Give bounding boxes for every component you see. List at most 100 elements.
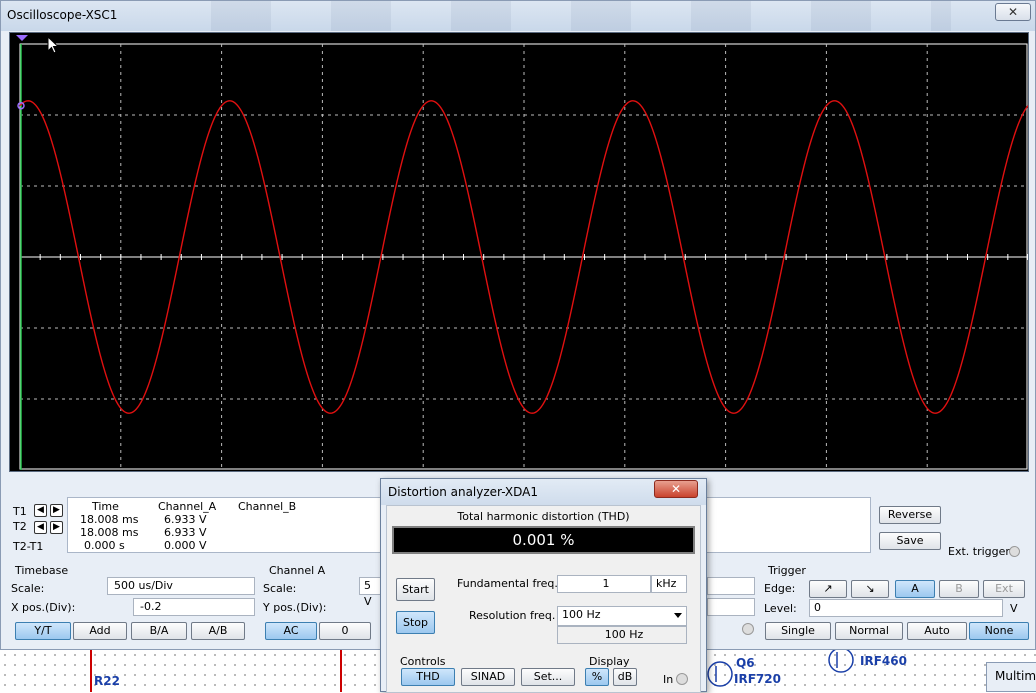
channel-a-scale-label: Scale: [263, 582, 297, 595]
t1-channel-a: 6.933 V [164, 513, 207, 526]
coupling-ac-button[interactable]: AC [265, 622, 317, 640]
level-unit: V [1010, 602, 1018, 615]
t2-time: 18.008 ms [80, 526, 139, 539]
r22-label[interactable]: R22 [94, 674, 120, 688]
trigger-auto-button[interactable]: Auto [907, 622, 967, 640]
xpos-label: X pos.(Div): [11, 601, 76, 614]
source-a-button[interactable]: A [895, 580, 935, 598]
scope-screen[interactable] [9, 32, 1029, 472]
falling-edge-icon: ↘ [865, 582, 875, 595]
stop-button[interactable]: Stop [396, 611, 435, 634]
header-channel-b: Channel_B [238, 500, 297, 513]
ypos-label: Y pos.(Div): [263, 601, 327, 614]
oscilloscope-title-bar[interactable]: Oscilloscope-XSC1 ✕ [1, 1, 1035, 31]
distortion-analyzer-body: Total harmonic distortion (THD) 0.001 % … [386, 505, 701, 693]
arrow-right-icon: ▶ [53, 505, 60, 515]
channel-a-title: Channel A [269, 564, 326, 577]
trigger-single-button[interactable]: Single [765, 622, 831, 640]
mode-yt-button[interactable]: Y/T [15, 622, 71, 640]
input-terminal[interactable] [676, 673, 688, 685]
edge-rising-button[interactable]: ↗ [809, 580, 847, 598]
display-label: Display [589, 655, 630, 668]
thd-button[interactable]: THD [401, 668, 455, 686]
mouse-pointer-icon [47, 36, 60, 54]
distortion-analyzer-close-button[interactable]: ✕ [654, 480, 698, 498]
timebase-scale-field[interactable]: 500 us/Div [107, 577, 255, 595]
resolution-freq-label: Resolution freq. [469, 609, 556, 622]
display-db-button[interactable]: dB [613, 668, 637, 686]
t2-t1-label: T2-T1 [13, 540, 44, 553]
fundamental-freq-field[interactable]: 1 [557, 575, 651, 593]
channel-b-terminal[interactable] [742, 623, 754, 635]
trigger-level-field[interactable]: 0 [809, 599, 1003, 617]
t1-time: 18.008 ms [80, 513, 139, 526]
resolution-freq-value: 100 Hz [562, 608, 601, 621]
t2-t1-time: 0.000 s [84, 539, 125, 552]
distortion-analyzer-title: Distortion analyzer-XDA1 [388, 485, 539, 499]
mode-ab-button[interactable]: A/B [191, 622, 245, 640]
arrow-left-icon: ◀ [37, 505, 44, 515]
thd-display: 0.001 % [392, 526, 695, 554]
trigger-title: Trigger [768, 564, 806, 577]
timebase-title: Timebase [15, 564, 69, 577]
header-time: Time [92, 500, 119, 513]
reverse-button[interactable]: Reverse [879, 506, 941, 524]
xpos-field[interactable]: -0.2 [133, 598, 255, 616]
source-ext-button[interactable]: Ext [983, 580, 1025, 598]
sinad-button[interactable]: SINAD [461, 668, 515, 686]
set-button[interactable]: Set... [521, 668, 575, 686]
t2-right-arrow[interactable]: ▶ [50, 521, 63, 534]
channel-b-scale-field[interactable] [707, 577, 755, 595]
q6-label[interactable]: Q6 [736, 656, 755, 670]
coupling-0-button[interactable]: 0 [319, 622, 371, 640]
t2-left-arrow[interactable]: ◀ [34, 521, 47, 534]
t2-label: T2 [13, 520, 27, 533]
display-percent-button[interactable]: % [585, 668, 609, 686]
multimeter-window[interactable]: Multime [986, 662, 1036, 692]
resolution-freq-select[interactable]: 100 Hz [557, 606, 687, 626]
distortion-analyzer-window[interactable]: Distortion analyzer-XDA1 ✕ Total harmoni… [380, 478, 707, 693]
ext-trigger-terminal[interactable] [1009, 546, 1020, 557]
rising-edge-icon: ↗ [823, 582, 833, 595]
oscilloscope-close-button[interactable]: ✕ [995, 3, 1031, 21]
timebase-scale-label: Scale: [11, 582, 45, 595]
multimeter-title: Multime [995, 669, 1036, 683]
input-label: In [663, 673, 674, 686]
chevron-down-icon [674, 613, 682, 618]
cursor-t1-marker-icon [16, 35, 28, 41]
t2-channel-a: 6.933 V [164, 526, 207, 539]
fundamental-unit-field[interactable]: kHz [651, 575, 687, 593]
controls-label: Controls [400, 655, 446, 668]
source-b-button[interactable]: B [939, 580, 979, 598]
irf720-label[interactable]: IRF720 [734, 672, 781, 686]
channel-b-ypos-field[interactable] [707, 598, 755, 616]
mode-add-button[interactable]: Add [73, 622, 127, 640]
fundamental-freq-label: Fundamental freq. [457, 577, 558, 590]
title-bar-background [211, 1, 951, 31]
t1-label: T1 [13, 505, 27, 518]
level-label: Level: [764, 602, 797, 615]
t1-right-arrow[interactable]: ▶ [50, 504, 63, 517]
close-icon: ✕ [1007, 5, 1019, 19]
trigger-none-button[interactable]: None [969, 622, 1029, 640]
oscilloscope-title: Oscilloscope-XSC1 [7, 8, 118, 22]
resolution-freq-readback: 100 Hz [557, 626, 687, 644]
save-button[interactable]: Save [879, 532, 941, 550]
irf460-label[interactable]: IRF460 [860, 654, 907, 668]
edge-falling-button[interactable]: ↘ [851, 580, 889, 598]
trigger-normal-button[interactable]: Normal [835, 622, 903, 640]
arrow-left-icon: ◀ [37, 522, 44, 532]
scope-graph [16, 35, 1028, 470]
mode-ba-button[interactable]: B/A [131, 622, 187, 640]
distortion-analyzer-title-bar[interactable]: Distortion analyzer-XDA1 ✕ [381, 479, 706, 505]
arrow-right-icon: ▶ [53, 522, 60, 532]
header-channel-a: Channel_A [158, 500, 217, 513]
t1-left-arrow[interactable]: ◀ [34, 504, 47, 517]
t2-t1-channel-a: 0.000 V [164, 539, 207, 552]
mosfet-symbol[interactable] [706, 654, 734, 692]
thd-label: Total harmonic distortion (THD) [457, 510, 630, 523]
close-icon: ✕ [670, 482, 682, 496]
edge-label: Edge: [764, 582, 796, 595]
ext-trigger-label: Ext. trigger [948, 545, 1010, 558]
start-button[interactable]: Start [396, 578, 435, 601]
